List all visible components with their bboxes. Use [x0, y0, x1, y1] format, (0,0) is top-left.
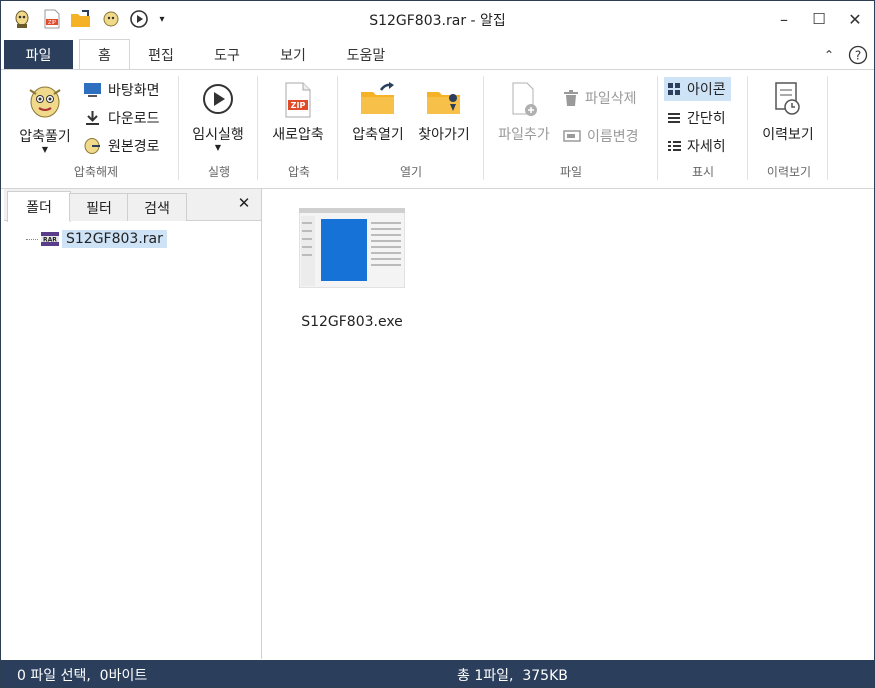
group-separator: [337, 76, 338, 180]
detail-view-icon: [668, 141, 681, 151]
rar-archive-icon: RAR: [41, 232, 59, 246]
folder-panel: 폴더 필터 검색 ✕ RAR S12GF803.rar: [4, 189, 262, 659]
extract-desktop-button[interactable]: 바탕화면: [83, 80, 160, 100]
panel-tabs: 폴더 필터 검색 ✕: [4, 189, 261, 222]
group-separator: [483, 76, 484, 180]
exe-thumbnail-icon: [299, 208, 405, 288]
desktop-icon: [84, 83, 101, 97]
file-item[interactable]: S12GF803.exe: [297, 208, 407, 330]
extract-original-path-button[interactable]: 원본경로: [83, 136, 160, 156]
group-label-file: 파일: [559, 165, 583, 179]
group-separator: [178, 76, 179, 180]
add-file-button[interactable]: 파일추가: [491, 82, 557, 144]
group-label-open: 열기: [399, 165, 423, 179]
tab-filter[interactable]: 필터: [69, 193, 129, 221]
panel-close-button[interactable]: ✕: [233, 192, 255, 214]
go-to-button[interactable]: 찾아가기: [413, 82, 475, 144]
maximize-button[interactable]: ☐: [801, 5, 837, 33]
help-icon[interactable]: ?: [847, 40, 869, 69]
status-bar: 0 파일 선택, 0바이트 총 1파일, 375KB: [1, 660, 874, 687]
history-clock-icon: [775, 82, 800, 115]
group-label-history: 이력보기: [766, 165, 812, 179]
window-title: S12GF803.rar - 알집: [369, 13, 506, 29]
group-label-compress: 압축: [287, 165, 311, 179]
grid-view-icon: [668, 82, 680, 95]
dropdown-arrow-icon: ▼: [214, 143, 222, 152]
tab-search[interactable]: 검색: [127, 193, 187, 221]
extract-egg-icon: [29, 86, 61, 118]
group-separator: [747, 76, 748, 180]
list-view-icon: [668, 113, 680, 123]
tab-home[interactable]: 홈: [79, 39, 130, 70]
add-file-icon: [512, 82, 537, 116]
play-circle-icon: [203, 84, 233, 114]
tree-item-label: S12GF803.rar: [62, 230, 167, 248]
group-separator: [257, 76, 258, 180]
tab-edit[interactable]: 편집: [137, 40, 185, 69]
tab-file[interactable]: 파일: [4, 40, 73, 69]
extract-all-button[interactable]: 압축풀기 ▼: [13, 80, 77, 154]
group-label-run: 실행: [207, 165, 231, 179]
group-label-extract: 압축해제: [73, 165, 119, 179]
view-detail-button[interactable]: 자세히: [668, 136, 726, 156]
tab-folder[interactable]: 폴더: [7, 191, 71, 222]
open-archive-folder-icon: [361, 82, 394, 114]
download-icon: [86, 111, 99, 125]
total-status: 총 1파일, 375KB: [457, 668, 568, 684]
rename-button[interactable]: 이름변경: [563, 126, 639, 146]
dropdown-arrow-icon: ▼: [41, 145, 49, 154]
tree-connector: [26, 238, 38, 240]
delete-file-button[interactable]: 파일삭제: [563, 88, 637, 108]
ribbon-collapse-icon[interactable]: ⌃: [819, 40, 839, 69]
view-icon-button[interactable]: 아이콘: [664, 77, 731, 101]
ribbon-tabs: 파일 홈 편집 도구 보기 도움말 ⌃ ?: [1, 39, 874, 70]
history-button[interactable]: 이력보기: [755, 82, 821, 144]
minimize-button[interactable]: –: [766, 5, 802, 33]
tree-item-archive[interactable]: RAR S12GF803.rar: [26, 230, 167, 248]
close-button[interactable]: ✕: [837, 5, 873, 33]
trash-icon: [564, 89, 578, 106]
group-separator: [827, 76, 828, 180]
go-to-folder-icon: [427, 92, 460, 114]
zip-file-icon: ZIP: [285, 82, 311, 118]
extract-all-label: 압축풀기: [19, 129, 71, 145]
title-bar: ZIP ▾ S12GF803.rar - 알집 – ☐ ✕: [1, 1, 874, 38]
temp-run-button[interactable]: 임시실행 ▼: [186, 82, 250, 152]
file-name: S12GF803.exe: [301, 314, 403, 330]
extract-download-button[interactable]: 다운로드: [83, 108, 160, 128]
original-path-icon: [84, 138, 100, 154]
svg-text:RAR: RAR: [43, 237, 57, 244]
svg-text:?: ?: [855, 48, 861, 62]
open-archive-button[interactable]: 압축열기: [345, 82, 411, 144]
group-label-view: 표시: [691, 165, 715, 179]
ribbon: 압축풀기 ▼ 바탕화면 다운로드 원본경로 압축해제 임시실행 ▼ 실행 ZIP…: [1, 69, 874, 189]
tab-help[interactable]: 도움말: [335, 40, 397, 69]
tab-tools[interactable]: 도구: [203, 40, 251, 69]
view-simple-button[interactable]: 간단히: [668, 108, 726, 128]
file-list-panel: S12GF803.exe: [265, 189, 874, 659]
new-compress-button[interactable]: ZIP 새로압축: [265, 82, 331, 144]
svg-text:ZIP: ZIP: [291, 101, 306, 110]
tab-view[interactable]: 보기: [269, 40, 317, 69]
selection-status: 0 파일 선택, 0바이트: [17, 668, 148, 684]
group-separator: [657, 76, 658, 180]
rename-icon: [563, 130, 581, 142]
app-window: ZIP ▾ S12GF803.rar - 알집 – ☐ ✕ 파일 홈 편집 도구…: [0, 0, 875, 688]
